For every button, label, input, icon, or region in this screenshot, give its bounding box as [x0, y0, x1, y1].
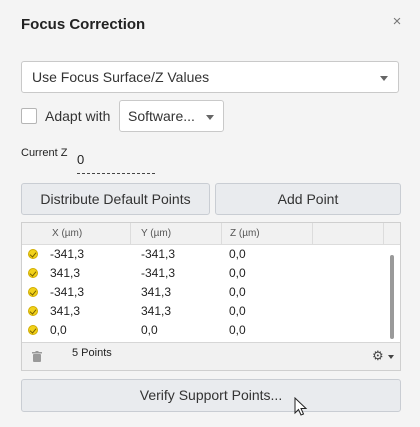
support-points-table: X (µm) Y (µm) Z (µm) -341,3 -341,3 0,0 3… — [21, 222, 401, 371]
table-row[interactable]: 0,0 0,0 0,0 — [22, 321, 384, 340]
adapt-label: Adapt with — [45, 108, 111, 124]
cell-y: -341,3 — [141, 247, 176, 261]
close-icon[interactable]: × — [389, 14, 405, 30]
cell-y: 341,3 — [141, 285, 172, 299]
status-ok-icon — [28, 325, 38, 335]
distribute-default-points-button[interactable]: Distribute Default Points — [21, 183, 210, 215]
verify-support-points-button[interactable]: Verify Support Points... — [21, 379, 401, 412]
focus-mode-select[interactable]: Use Focus Surface/Z Values — [21, 61, 399, 93]
current-z-value: 0 — [77, 152, 85, 167]
column-header-empty — [313, 223, 384, 244]
cell-y: 341,3 — [141, 304, 172, 318]
focus-correction-panel: Focus Correction × Use Focus Surface/Z V… — [0, 0, 420, 427]
column-header-z[interactable]: Z (µm) — [222, 223, 313, 244]
cell-z: 0,0 — [229, 266, 246, 280]
mouse-pointer-icon — [294, 397, 308, 416]
adapt-method-select[interactable]: Software... — [119, 100, 224, 132]
cell-x: -341,3 — [50, 285, 85, 299]
current-z-label: Current Z — [21, 147, 68, 159]
table-scrollbar[interactable] — [384, 245, 400, 342]
status-ok-icon — [28, 287, 38, 297]
cell-y: 0,0 — [141, 323, 158, 337]
table-header: X (µm) Y (µm) Z (µm) — [22, 223, 384, 245]
cell-x: 341,3 — [50, 304, 81, 318]
panel-title: Focus Correction — [21, 16, 146, 33]
points-count: 5 Points — [72, 347, 112, 359]
table-row[interactable]: 341,3 341,3 0,0 — [22, 302, 384, 321]
table-row[interactable]: 341,3 -341,3 0,0 — [22, 264, 384, 283]
cell-z: 0,0 — [229, 247, 246, 261]
cell-x: 0,0 — [50, 323, 67, 337]
table-row[interactable]: -341,3 341,3 0,0 — [22, 283, 384, 302]
cell-y: -341,3 — [141, 266, 176, 280]
add-point-button[interactable]: Add Point — [215, 183, 401, 215]
current-z-underline — [77, 173, 155, 174]
adapt-checkbox[interactable] — [21, 108, 37, 124]
scrollbar-thumb[interactable] — [390, 255, 394, 339]
dropdown-caret-icon — [380, 76, 388, 81]
trash-icon[interactable] — [32, 351, 42, 362]
adapt-method-value: Software... — [128, 108, 195, 124]
cell-x: 341,3 — [50, 266, 81, 280]
gear-icon[interactable]: ⚙ — [372, 348, 386, 364]
status-ok-icon — [28, 306, 38, 316]
chevron-down-icon[interactable] — [388, 355, 394, 359]
status-ok-icon — [28, 268, 38, 278]
table-footer: 5 Points ⚙ — [22, 342, 400, 370]
status-ok-icon — [28, 249, 38, 259]
cell-z: 0,0 — [229, 323, 246, 337]
cell-x: -341,3 — [50, 247, 85, 261]
cell-z: 0,0 — [229, 304, 246, 318]
table-row[interactable]: -341,3 -341,3 0,0 — [22, 245, 384, 264]
cell-z: 0,0 — [229, 285, 246, 299]
dropdown-caret-icon — [206, 115, 214, 120]
column-header-x[interactable]: X (µm) — [42, 223, 131, 244]
table-header-corner — [384, 223, 400, 245]
focus-mode-value: Use Focus Surface/Z Values — [32, 69, 210, 85]
column-header-y[interactable]: Y (µm) — [131, 223, 222, 244]
